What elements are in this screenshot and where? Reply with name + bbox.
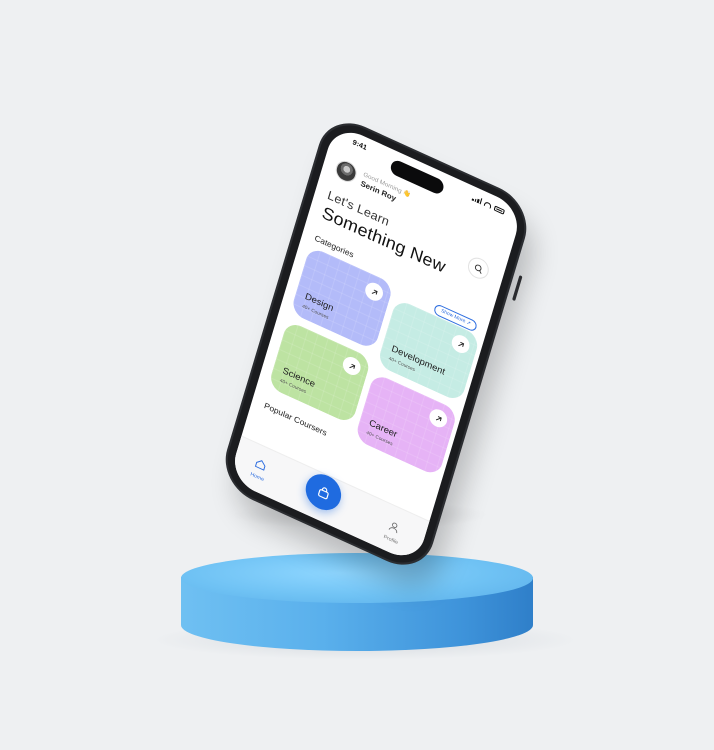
wifi-icon	[483, 200, 493, 209]
bag-icon	[317, 486, 329, 499]
avatar[interactable]	[333, 157, 360, 186]
pedestal-top	[181, 553, 533, 603]
pedestal	[181, 553, 533, 651]
phone-screen: 9:41 Good Morning 👋 Serin Roy Let's Lear…	[228, 123, 524, 565]
nav-home[interactable]: Home	[250, 454, 270, 483]
bag-button[interactable]	[301, 468, 346, 517]
arrow-up-right-icon[interactable]	[449, 332, 472, 356]
battery-icon	[493, 204, 506, 215]
search-button[interactable]	[465, 254, 492, 283]
profile-icon	[389, 522, 398, 534]
power-button	[512, 275, 523, 302]
mockup-scene: 9:41 Good Morning 👋 Serin Roy Let's Lear…	[0, 0, 714, 750]
wave-emoji: 👋	[402, 189, 412, 199]
nav-profile-label: Profile	[382, 533, 399, 547]
arrow-up-right-icon[interactable]	[340, 354, 363, 378]
nav-profile[interactable]: Profile	[383, 517, 404, 546]
status-time: 9:41	[351, 139, 368, 153]
arrow-up-right-icon[interactable]	[427, 406, 450, 431]
signal-icon	[471, 195, 483, 205]
search-icon	[474, 263, 482, 274]
status-icons	[471, 195, 506, 215]
home-icon	[255, 460, 266, 471]
nav-home-label: Home	[249, 471, 265, 484]
arrow-up-right-icon[interactable]	[363, 279, 386, 304]
